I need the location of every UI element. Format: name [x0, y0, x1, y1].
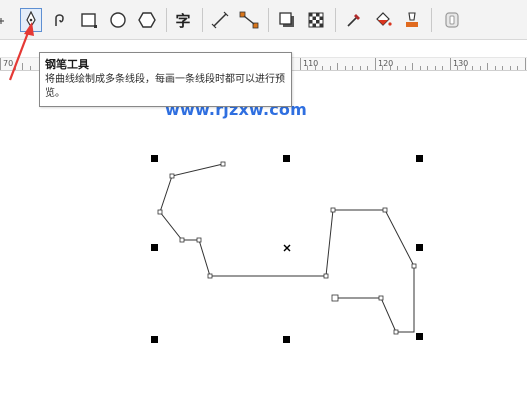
polyline-node: [382, 207, 388, 213]
polyline-node: [393, 329, 399, 335]
selection-handles: [151, 155, 423, 343]
polyline-node: [411, 263, 417, 269]
tooltip-description: 将曲线绘制成多条线段，每画一条线段时都可以进行预览。: [45, 74, 285, 99]
selection-handle-bottom-left[interactable]: [151, 336, 158, 343]
annotation-arrow-icon: [8, 22, 34, 81]
polyline-start-node: [331, 294, 339, 302]
selection-handle-top-middle[interactable]: [283, 155, 290, 162]
polyline-node: [323, 273, 329, 279]
polyline-node: [207, 273, 213, 279]
polyline-node: [220, 161, 226, 167]
selection-handle-top-right[interactable]: [416, 155, 423, 162]
selection-handle-bottom-middle[interactable]: [283, 336, 290, 343]
pen-tool-tooltip: 钢笔工具 将曲线绘制成多条线段，每画一条线段时都可以进行预览。: [39, 52, 292, 107]
selection-center-icon: [283, 244, 291, 252]
selection-handle-top-left[interactable]: [151, 155, 158, 162]
selection-handle-middle-right[interactable]: [416, 244, 423, 251]
selection-handle-middle-left[interactable]: [151, 244, 158, 251]
polyline-node: [169, 173, 175, 179]
polyline-node: [179, 237, 185, 243]
polyline-node: [196, 237, 202, 243]
selection-handle-bottom-right[interactable]: [416, 333, 423, 340]
polyline-node: [157, 209, 163, 215]
polyline-node: [330, 207, 336, 213]
tooltip-title: 钢笔工具: [45, 58, 89, 71]
polyline-node: [378, 295, 384, 301]
